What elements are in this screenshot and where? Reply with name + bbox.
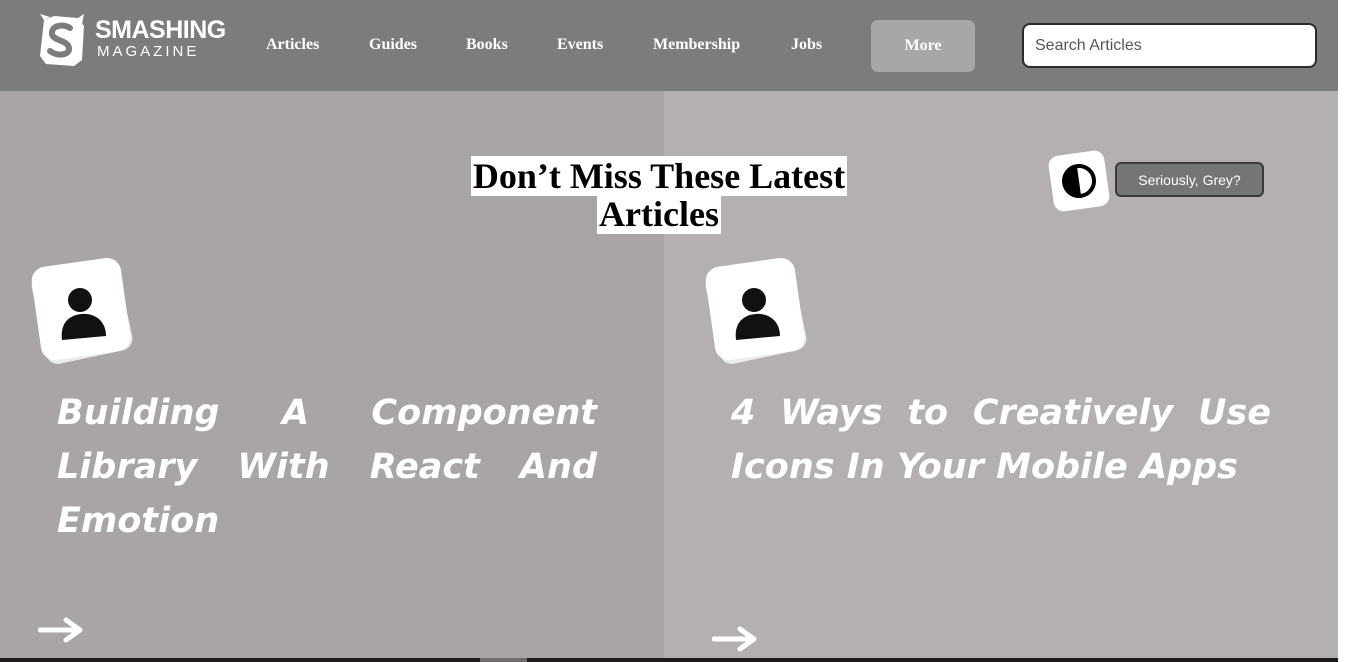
nav-books[interactable]: Books bbox=[466, 36, 508, 54]
contrast-glyph bbox=[1062, 163, 1096, 198]
logo-subtitle: MAGAZINE bbox=[97, 43, 200, 60]
smashing-cat-logo-icon bbox=[40, 14, 84, 66]
article-title[interactable]: 4 Ways to Creatively Use Icons In Your M… bbox=[731, 386, 1271, 494]
section-title: Don’t Miss These Latest Articles bbox=[430, 156, 888, 234]
person-icon bbox=[61, 288, 106, 340]
nav-articles[interactable]: Articles bbox=[266, 36, 319, 54]
nav-membership[interactable]: Membership bbox=[653, 36, 740, 54]
site-header: SMASHING MAGAZINE Articles Guides Books … bbox=[0, 0, 1338, 91]
horizontal-scrollbar-thumb[interactable] bbox=[480, 658, 527, 662]
author-avatar[interactable] bbox=[29, 256, 135, 367]
arrow-right-icon[interactable] bbox=[38, 617, 84, 643]
author-avatar[interactable] bbox=[703, 256, 809, 367]
nav-events[interactable]: Events bbox=[557, 36, 603, 54]
section-title-text: Don’t Miss These Latest Articles bbox=[470, 156, 848, 234]
site-logo[interactable]: SMASHING MAGAZINE bbox=[38, 12, 238, 82]
arrow-right-icon[interactable] bbox=[712, 626, 758, 652]
logo-wordmark: SMASHING bbox=[95, 16, 226, 44]
contrast-icon[interactable] bbox=[1047, 149, 1111, 213]
more-button[interactable]: More bbox=[871, 20, 975, 72]
horizontal-scrollbar[interactable] bbox=[0, 658, 1338, 662]
nav-jobs[interactable]: Jobs bbox=[791, 36, 822, 54]
vertical-scrollbar[interactable] bbox=[1338, 0, 1346, 662]
page: SMASHING MAGAZINE Articles Guides Books … bbox=[0, 0, 1338, 658]
search-input[interactable] bbox=[1022, 23, 1317, 68]
person-icon bbox=[735, 288, 780, 340]
article-title[interactable]: Building A Component Library With React … bbox=[57, 386, 597, 548]
seriously-grey-button[interactable]: Seriously, Grey? bbox=[1115, 162, 1264, 197]
nav-guides[interactable]: Guides bbox=[369, 36, 417, 54]
